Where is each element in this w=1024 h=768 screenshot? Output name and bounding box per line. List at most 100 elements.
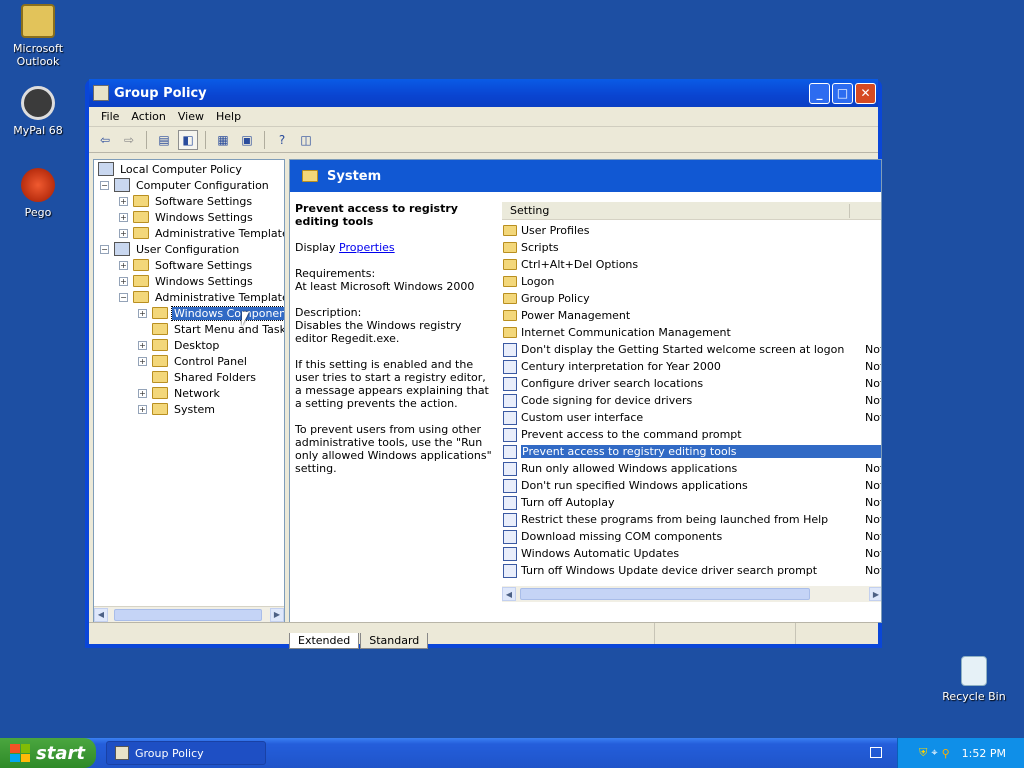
list-horizontal-scrollbar[interactable]: ◀ ▶ [502, 586, 881, 602]
tree-cc-software-settings[interactable]: + Software Settings [119, 193, 254, 209]
list-folder-row[interactable]: User Profiles [503, 222, 881, 239]
tree-control-panel[interactable]: + Control Panel [138, 353, 249, 369]
folder-icon [152, 355, 168, 367]
expand-icon[interactable]: + [119, 196, 128, 206]
policy-setting-icon [503, 512, 517, 527]
expand-icon[interactable]: + [138, 404, 147, 414]
list-folder-row[interactable]: Ctrl+Alt+Del Options [503, 256, 881, 273]
list-folder-row[interactable]: Group Policy [503, 290, 881, 307]
console-view-icon[interactable]: ◫ [296, 130, 316, 150]
desktop-icon-mypal[interactable]: MyPal 68 [0, 86, 76, 137]
show-hide-tree-icon[interactable]: ◧ [178, 129, 198, 150]
properties-icon[interactable]: ▦ [213, 130, 233, 150]
list-policy-row[interactable]: Configure driver search locations Not [503, 375, 881, 392]
expand-icon[interactable]: + [119, 276, 128, 286]
tree-desktop[interactable]: + Desktop [138, 337, 221, 353]
keyboard-icon[interactable] [870, 747, 882, 758]
collapse-icon[interactable]: − [100, 180, 109, 190]
menu-help[interactable]: Help [210, 110, 247, 123]
list-policy-row[interactable]: Run only allowed Windows applications Not [503, 460, 881, 477]
clock[interactable]: 1:52 PM [962, 747, 1006, 760]
tree-computer-configuration[interactable]: − Computer Configuration [100, 177, 271, 193]
menu-file[interactable]: File [95, 110, 125, 123]
export-list-icon[interactable]: ▣ [237, 130, 257, 150]
list-policy-row[interactable]: Century interpretation for Year 2000 Not [503, 358, 881, 375]
tree-system[interactable]: + System [138, 401, 217, 417]
desktop-icon-outlook[interactable]: Microsoft Outlook [0, 4, 76, 68]
scrollbar-thumb[interactable] [114, 608, 262, 621]
list-policy-row[interactable]: Windows Automatic Updates Not [503, 545, 881, 562]
list-policy-row[interactable]: Download missing COM components Not [503, 528, 881, 545]
tree-uc-administrative-templates[interactable]: − Administrative Templates [119, 289, 284, 305]
expand-icon[interactable]: + [138, 388, 147, 398]
help-icon[interactable]: ? [272, 130, 292, 150]
list-policy-row[interactable]: Custom user interface Not [503, 409, 881, 426]
outlook-icon [21, 4, 55, 38]
minimize-button[interactable]: _ [809, 82, 830, 104]
list-policy-row[interactable]: Prevent access to registry editing tools [503, 443, 881, 460]
network-icon[interactable]: ⌖ [931, 746, 937, 760]
taskbar-item-group-policy[interactable]: Group Policy [106, 741, 266, 765]
list-policy-row[interactable]: Code signing for device drivers Not [503, 392, 881, 409]
maximize-button[interactable]: □ [832, 82, 853, 104]
tree-start-menu-taskbar[interactable]: Start Menu and Taskbar [152, 321, 284, 337]
collapse-icon[interactable]: − [119, 292, 128, 302]
expand-icon[interactable]: + [138, 356, 147, 366]
list-folder-row[interactable]: Scripts [503, 239, 881, 256]
scroll-left-arrow-icon[interactable]: ◀ [94, 607, 108, 622]
list-folder-row[interactable]: Power Management [503, 307, 881, 324]
collapse-icon[interactable]: − [100, 244, 109, 254]
list-folder-row[interactable]: Internet Communication Management [503, 324, 881, 341]
tree-uc-windows-settings[interactable]: + Windows Settings [119, 273, 255, 289]
desktop-icon-pego[interactable]: Pego [0, 168, 76, 219]
close-button[interactable]: ✕ [855, 82, 876, 104]
list-policy-row[interactable]: Restrict these programs from being launc… [503, 511, 881, 528]
tree-uc-software-settings[interactable]: + Software Settings [119, 257, 254, 273]
scroll-left-arrow-icon[interactable]: ◀ [502, 587, 516, 601]
back-arrow-icon[interactable]: ⇦ [95, 130, 115, 150]
tree-user-configuration[interactable]: − User Configuration [100, 241, 241, 257]
scroll-right-arrow-icon[interactable]: ▶ [869, 587, 881, 601]
desktop-icon-recycle-bin[interactable]: Recycle Bin [936, 656, 1012, 703]
tree-pane[interactable]: Local Computer Policy − Computer Configur… [93, 159, 285, 623]
list-policy-row[interactable]: Turn off Autoplay Not [503, 494, 881, 511]
list-folder-row[interactable]: Logon [503, 273, 881, 290]
expand-icon[interactable]: + [119, 260, 128, 270]
column-header-setting[interactable]: Setting [502, 202, 881, 220]
start-button[interactable]: start [0, 738, 96, 768]
scroll-right-arrow-icon[interactable]: ▶ [270, 607, 284, 622]
folder-icon [503, 327, 517, 338]
title-bar[interactable]: Group Policy _ □ ✕ [89, 79, 878, 107]
expand-icon[interactable]: + [138, 308, 147, 318]
list-policy-row[interactable]: Turn off Windows Update device driver se… [503, 562, 881, 579]
search-icon[interactable]: ⚲ [942, 747, 950, 760]
tree-cc-windows-settings[interactable]: + Windows Settings [119, 209, 255, 225]
tree-windows-components[interactable]: + Windows Components [138, 305, 284, 321]
description-para-2: If this setting is enabled and the user … [295, 358, 489, 410]
column-divider[interactable] [849, 204, 850, 218]
tree-network[interactable]: + Network [138, 385, 222, 401]
security-shield-icon[interactable]: ⛨ [919, 746, 927, 760]
tree-horizontal-scrollbar[interactable]: ◀ ▶ [94, 606, 284, 622]
tree-shared-folders[interactable]: Shared Folders [152, 369, 258, 385]
menu-action[interactable]: Action [125, 110, 171, 123]
folder-icon [133, 259, 149, 271]
folder-icon [503, 225, 517, 236]
list-policy-row[interactable]: Prevent access to the command prompt [503, 426, 881, 443]
toolbar: ⇦ ⇨ ▤ ◧ ▦ ▣ ? ◫ [89, 127, 878, 153]
list-policy-row[interactable]: Don't run specified Windows applications… [503, 477, 881, 494]
properties-link[interactable]: Properties [339, 241, 395, 254]
setting-name: Download missing COM components [521, 530, 723, 543]
menu-view[interactable]: View [172, 110, 210, 123]
forward-arrow-icon[interactable]: ⇨ [119, 130, 139, 150]
expand-icon[interactable]: + [119, 212, 128, 222]
up-folder-icon[interactable]: ▤ [154, 130, 174, 150]
tree-root[interactable]: Local Computer Policy [98, 161, 244, 177]
setting-name: Windows Automatic Updates [521, 547, 680, 560]
tree-cc-administrative-templates[interactable]: + Administrative Templates [119, 225, 284, 241]
scrollbar-thumb[interactable] [520, 588, 810, 600]
list-policy-row[interactable]: Don't display the Getting Started welcom… [503, 341, 881, 358]
expand-icon[interactable]: + [119, 228, 128, 238]
expand-icon[interactable]: + [138, 340, 147, 350]
description-label: Description: [295, 306, 362, 319]
